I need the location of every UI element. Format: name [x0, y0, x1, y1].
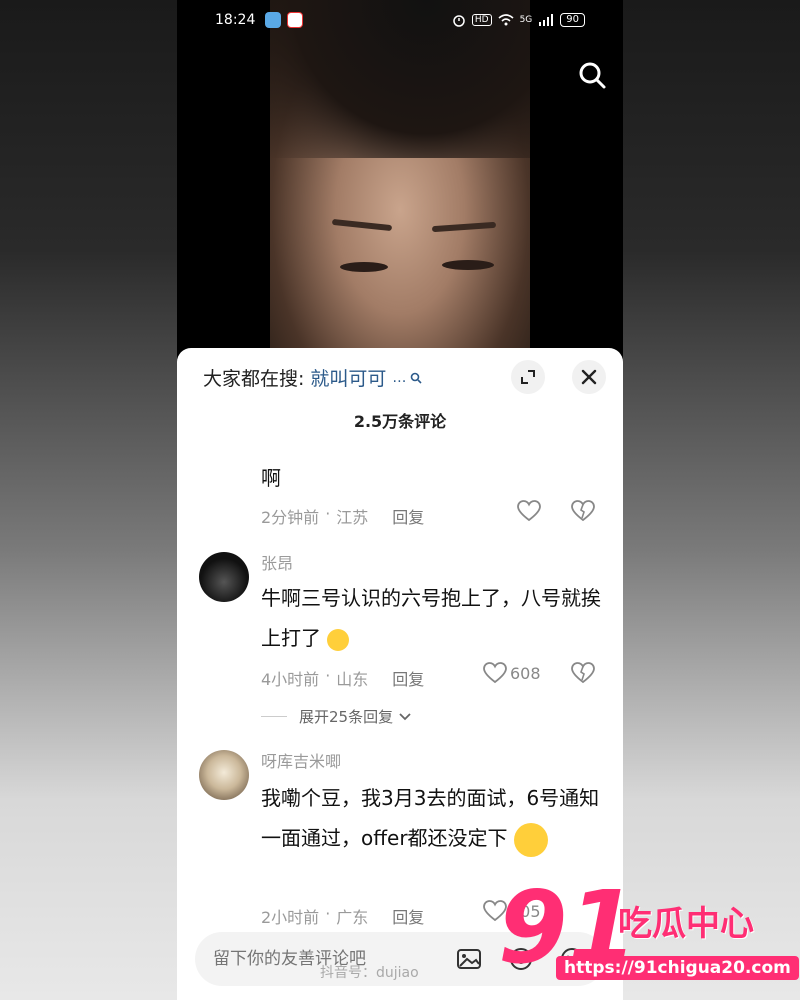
- site-watermark: 91 吃瓜中心 https://91chigua20.com: [498, 878, 799, 988]
- reply-button[interactable]: 回复: [392, 904, 424, 928]
- comment-username[interactable]: 呀库吉米唧: [261, 748, 341, 772]
- chevron-down-icon: [399, 712, 411, 720]
- expand-icon: [521, 370, 535, 384]
- status-bar: 18:24 HD 5G 90: [177, 0, 623, 40]
- comment-text: 啊: [261, 466, 281, 490]
- comment-text-content: 我嘞个豆，我3月3去的面试，6号通知一面通过，offer都还没定下: [261, 786, 600, 850]
- comment-meta: 2小时前 · 广东 回复: [261, 904, 424, 928]
- signal-bars-icon: [539, 14, 554, 26]
- watermark-url: https://91chigua20.com: [556, 956, 799, 980]
- dislike-button[interactable]: [571, 662, 595, 688]
- comment-time: 2小时前: [261, 908, 320, 927]
- comment-text-content: 牛啊三号认识的六号抱上了，八号就挨上打了: [261, 586, 601, 650]
- grin-emoji-icon: [513, 822, 548, 857]
- wifi-icon: [498, 14, 514, 26]
- close-button[interactable]: [572, 360, 606, 394]
- expand-button[interactable]: [511, 360, 545, 394]
- like-button[interactable]: [517, 500, 541, 522]
- comment-location: 广东: [336, 908, 369, 927]
- comment-location: 山东: [336, 670, 369, 689]
- heart-icon: [483, 662, 507, 684]
- video-eye-right: [442, 260, 494, 270]
- weather-app-icon: [265, 12, 282, 28]
- douyin-watermark: 抖音号：dujiao: [320, 965, 419, 981]
- video-eye-left: [340, 262, 388, 272]
- comment-location: 江苏: [336, 508, 369, 527]
- search-button[interactable]: [577, 60, 607, 90]
- network-badge: HD: [471, 14, 492, 26]
- image-button[interactable]: [454, 944, 484, 974]
- phone-screen: 18:24 HD 5G 90 大家都在搜: 就叫可可 … 2.5万条评论 啊 2…: [177, 0, 623, 1000]
- expand-replies-button[interactable]: 展开25条回复: [261, 706, 411, 727]
- video-brow-right: [431, 221, 497, 233]
- reply-button[interactable]: 回复: [392, 666, 424, 690]
- watermark-title: 吃瓜中心: [618, 904, 754, 944]
- status-time: 18:24: [215, 12, 256, 28]
- trending-more: …: [392, 369, 407, 386]
- avatar[interactable]: [199, 552, 249, 602]
- comment-list[interactable]: 啊 2分钟前 · 江苏 回复 张昂 牛啊三号认识的六号抱上了，八号就挨上打了 4…: [177, 448, 623, 930]
- video-frame[interactable]: [270, 0, 530, 350]
- comment-text: 牛啊三号认识的六号抱上了，八号就挨上打了: [261, 578, 601, 658]
- comment-meta: 2分钟前 · 江苏 回复: [261, 504, 424, 528]
- meta-dot: ·: [325, 504, 331, 523]
- expand-divider: [261, 716, 287, 717]
- reply-button[interactable]: 回复: [392, 504, 424, 528]
- image-icon: [456, 949, 481, 969]
- meta-dot: ·: [325, 904, 331, 923]
- dislike-button[interactable]: [571, 500, 595, 526]
- trending-keyword[interactable]: 就叫可可: [310, 364, 386, 391]
- comment-meta: 4小时前 · 山东 回复: [261, 666, 424, 690]
- close-icon: [581, 369, 597, 385]
- signal-badge: 5G: [519, 15, 533, 25]
- trending-search[interactable]: 大家都在搜: 就叫可可 …: [203, 364, 422, 391]
- meta-dot: ·: [325, 666, 331, 685]
- like-count: 608: [510, 663, 541, 683]
- crying-emoji-icon: [327, 628, 350, 651]
- comment-time: 2分钟前: [261, 508, 320, 527]
- comment-time: 4小时前: [261, 670, 320, 689]
- like-button[interactable]: 608: [483, 662, 541, 684]
- battery-indicator: 90: [560, 13, 585, 27]
- search-icon: [579, 62, 606, 89]
- trending-search-icon: [411, 372, 422, 384]
- status-right: HD 5G 90: [452, 13, 585, 27]
- news-app-icon: [287, 12, 304, 28]
- broken-heart-icon: [571, 500, 595, 522]
- expand-replies-label: 展开25条回复: [299, 708, 394, 726]
- alarm-icon: [453, 15, 465, 27]
- broken-heart-icon: [571, 662, 595, 684]
- video-brow-left: [331, 218, 393, 232]
- comment-username[interactable]: 张昂: [261, 550, 293, 574]
- avatar[interactable]: [199, 750, 249, 800]
- trending-label: 大家都在搜:: [203, 368, 305, 390]
- heart-icon: [517, 500, 541, 522]
- comment-count: 2.5万条评论: [353, 412, 447, 431]
